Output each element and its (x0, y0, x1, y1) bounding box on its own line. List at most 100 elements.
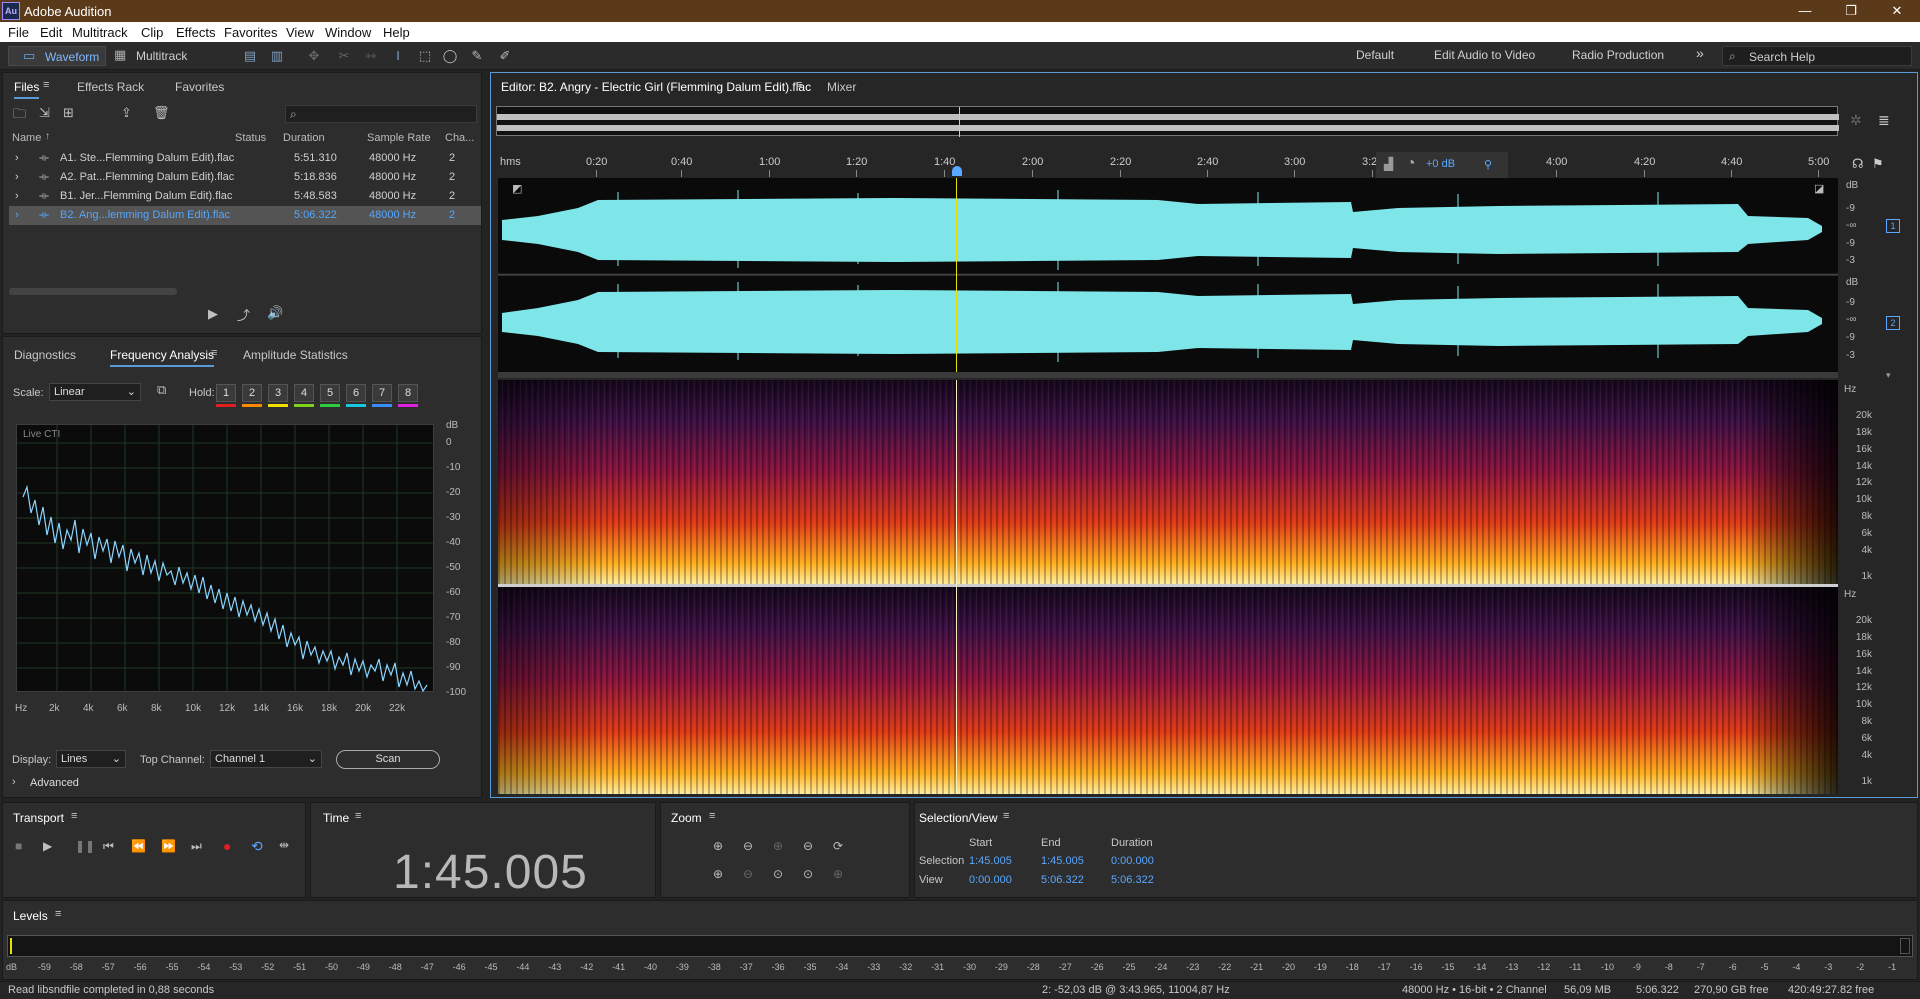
import-file-icon[interactable]: ⇲ (39, 105, 50, 121)
insert-into-multitrack-icon[interactable]: ⇪ (121, 105, 132, 121)
view-options-icon[interactable]: ≣ (1878, 112, 1890, 129)
tab-mixer[interactable]: Mixer (827, 80, 856, 94)
waveform-display-icon[interactable]: ▥ (268, 48, 286, 64)
file-row[interactable]: › ⟛ A1. Ste...Flemming Dalum Edit).flac … (9, 149, 481, 168)
delete-file-icon[interactable]: 🗑 (153, 105, 170, 121)
zoom-in-time-2-icon[interactable]: ⊕ (713, 867, 723, 881)
brush-tool-icon[interactable]: ✎ (468, 48, 486, 64)
tab-amplitude-statistics[interactable]: Amplitude Statistics (243, 348, 348, 362)
zoom-selection-icon[interactable]: ⊙ (773, 867, 783, 881)
menu-clip[interactable]: Clip (141, 25, 163, 40)
hold-button-4[interactable]: 4 (294, 384, 314, 402)
col-name[interactable]: Name (12, 132, 41, 144)
time-display[interactable]: 1:45.005 (393, 845, 588, 900)
hold-button-6[interactable]: 6 (346, 384, 366, 402)
time-menu-icon[interactable]: ≡ (355, 810, 361, 822)
play-icon[interactable]: ▶ (43, 839, 52, 853)
tab-diagnostics[interactable]: Diagnostics (14, 348, 76, 362)
more-workspaces-button[interactable]: » (1696, 45, 1704, 61)
skip-selection-icon[interactable]: ⇹ (279, 838, 289, 852)
playhead-handle[interactable] (952, 166, 962, 176)
fast-forward-icon[interactable]: ⏩ (161, 839, 176, 853)
new-file-icon[interactable]: ⊞ (63, 105, 74, 121)
headphones-icon[interactable]: ☊ (1852, 156, 1864, 172)
zoom-in-time-icon[interactable]: ⊕ (773, 839, 783, 853)
hold-button-1[interactable]: 1 (216, 384, 236, 402)
menu-file[interactable]: File (8, 25, 29, 40)
search-help-field[interactable]: ⌕ Search Help (1722, 46, 1912, 66)
zoom-in-frequency-icon[interactable]: ⊕ (833, 867, 843, 881)
zoom-out-time-icon[interactable]: ⊖ (743, 867, 753, 881)
pin-hud-icon[interactable]: ⚲ (1484, 158, 1492, 171)
stop-icon[interactable]: ■ (15, 839, 22, 853)
workspace-radio-production[interactable]: Radio Production (1572, 48, 1664, 64)
rewind-icon[interactable]: ⏪ (131, 839, 146, 853)
pin-icon[interactable]: ⧉ (157, 382, 166, 398)
files-horizontal-scrollbar[interactable] (9, 288, 177, 295)
collapse-icon[interactable]: ▾ (1886, 370, 1891, 381)
col-status[interactable]: Status (235, 132, 266, 144)
next-icon[interactable]: ⏭ (191, 839, 202, 854)
expand-icon[interactable]: › (15, 190, 19, 202)
spectral-display[interactable] (498, 380, 1838, 794)
transport-menu-icon[interactable]: ≡ (71, 810, 77, 822)
levels-menu-icon[interactable]: ≡ (55, 908, 61, 920)
zoom-out-amplitude-icon[interactable]: ⊖ (743, 839, 753, 853)
channel-2-badge[interactable]: 2 (1886, 316, 1900, 330)
loop-icon[interactable]: ⟲ (251, 838, 263, 855)
editor-menu-icon[interactable]: ≡ (796, 79, 802, 91)
expand-icon[interactable]: › (15, 209, 19, 221)
record-icon[interactable]: ● (223, 838, 231, 854)
files-search-field[interactable]: ⌕ (285, 105, 477, 123)
menu-window[interactable]: Window (325, 25, 371, 40)
fade-out-handle-icon[interactable]: ◪ (1814, 182, 1824, 195)
volume-value[interactable]: +0 dB (1426, 158, 1455, 170)
channel-1-badge[interactable]: 1 (1886, 219, 1900, 233)
hold-button-8[interactable]: 8 (398, 384, 418, 402)
fade-in-handle-icon[interactable]: ◩ (512, 182, 522, 195)
selection-duration[interactable]: 0:00.000 (1111, 855, 1154, 867)
spot-healing-tool-icon[interactable]: ✐ (496, 48, 514, 64)
restore-button[interactable]: ❐ (1828, 0, 1874, 22)
display-divider[interactable] (498, 372, 1838, 378)
view-start[interactable]: 0:00.000 (969, 874, 1012, 886)
volume-knob-icon[interactable]: ◔ (1406, 155, 1416, 173)
previous-icon[interactable]: ⏮ (103, 839, 114, 854)
hold-button-5[interactable]: 5 (320, 384, 340, 402)
marker-icon[interactable]: ⚑ (1872, 156, 1884, 172)
move-tool-icon[interactable]: ✥ (305, 48, 323, 64)
zoom-menu-icon[interactable]: ≡ (709, 810, 715, 822)
selection-end[interactable]: 1:45.005 (1041, 855, 1084, 867)
zoom-out-selection-icon[interactable]: ⊙ (803, 867, 813, 881)
play-preview-icon[interactable]: ▶ (208, 306, 218, 322)
top-channel-select[interactable]: Channel 1 ⌄ (210, 750, 322, 768)
slip-tool-icon[interactable]: ⇿ (362, 48, 380, 64)
zoom-reset-icon[interactable]: ⟳ (833, 839, 843, 853)
time-selection-tool-icon[interactable]: I (389, 48, 407, 64)
autoplay-icon[interactable]: 🔊 (267, 305, 283, 321)
workspace-edit-audio-to-video[interactable]: Edit Audio to Video (1434, 48, 1535, 64)
zoom-in-amplitude-icon[interactable]: ⊕ (713, 839, 723, 853)
file-row-selected[interactable]: › ⟛ B2. Ang...lemming Dalum Edit).flac 5… (9, 206, 481, 225)
tab-files[interactable]: Files (14, 80, 40, 99)
scan-button[interactable]: Scan (336, 750, 440, 769)
tab-frequency-analysis[interactable]: Frequency Analysis (110, 348, 215, 367)
menu-edit[interactable]: Edit (40, 25, 62, 40)
loop-preview-icon[interactable]: ⤴ (237, 305, 250, 324)
advanced-expand-icon[interactable]: › (12, 776, 16, 788)
tab-favorites[interactable]: Favorites (175, 80, 224, 94)
analysis-panel-menu-icon[interactable]: ≡ (211, 347, 217, 359)
tab-effects-rack[interactable]: Effects Rack (77, 80, 144, 94)
expand-icon[interactable]: › (15, 152, 19, 164)
waveform-mode-button[interactable]: ▭ Waveform (8, 46, 106, 66)
hold-button-3[interactable]: 3 (268, 384, 288, 402)
marquee-tool-icon[interactable]: ⬚ (416, 48, 434, 64)
lasso-tool-icon[interactable]: ◯ (441, 48, 459, 64)
menu-favorites[interactable]: Favorites (224, 25, 277, 40)
spectral-display-icon[interactable]: ▤ (241, 48, 259, 64)
selection-view-menu-icon[interactable]: ≡ (1003, 810, 1009, 822)
menu-multitrack[interactable]: Multitrack (72, 25, 128, 40)
zoom-to-selection-icon[interactable]: ✲ (1850, 112, 1862, 129)
close-button[interactable]: ✕ (1874, 0, 1920, 22)
scale-select[interactable]: Linear ⌄ (49, 383, 141, 401)
